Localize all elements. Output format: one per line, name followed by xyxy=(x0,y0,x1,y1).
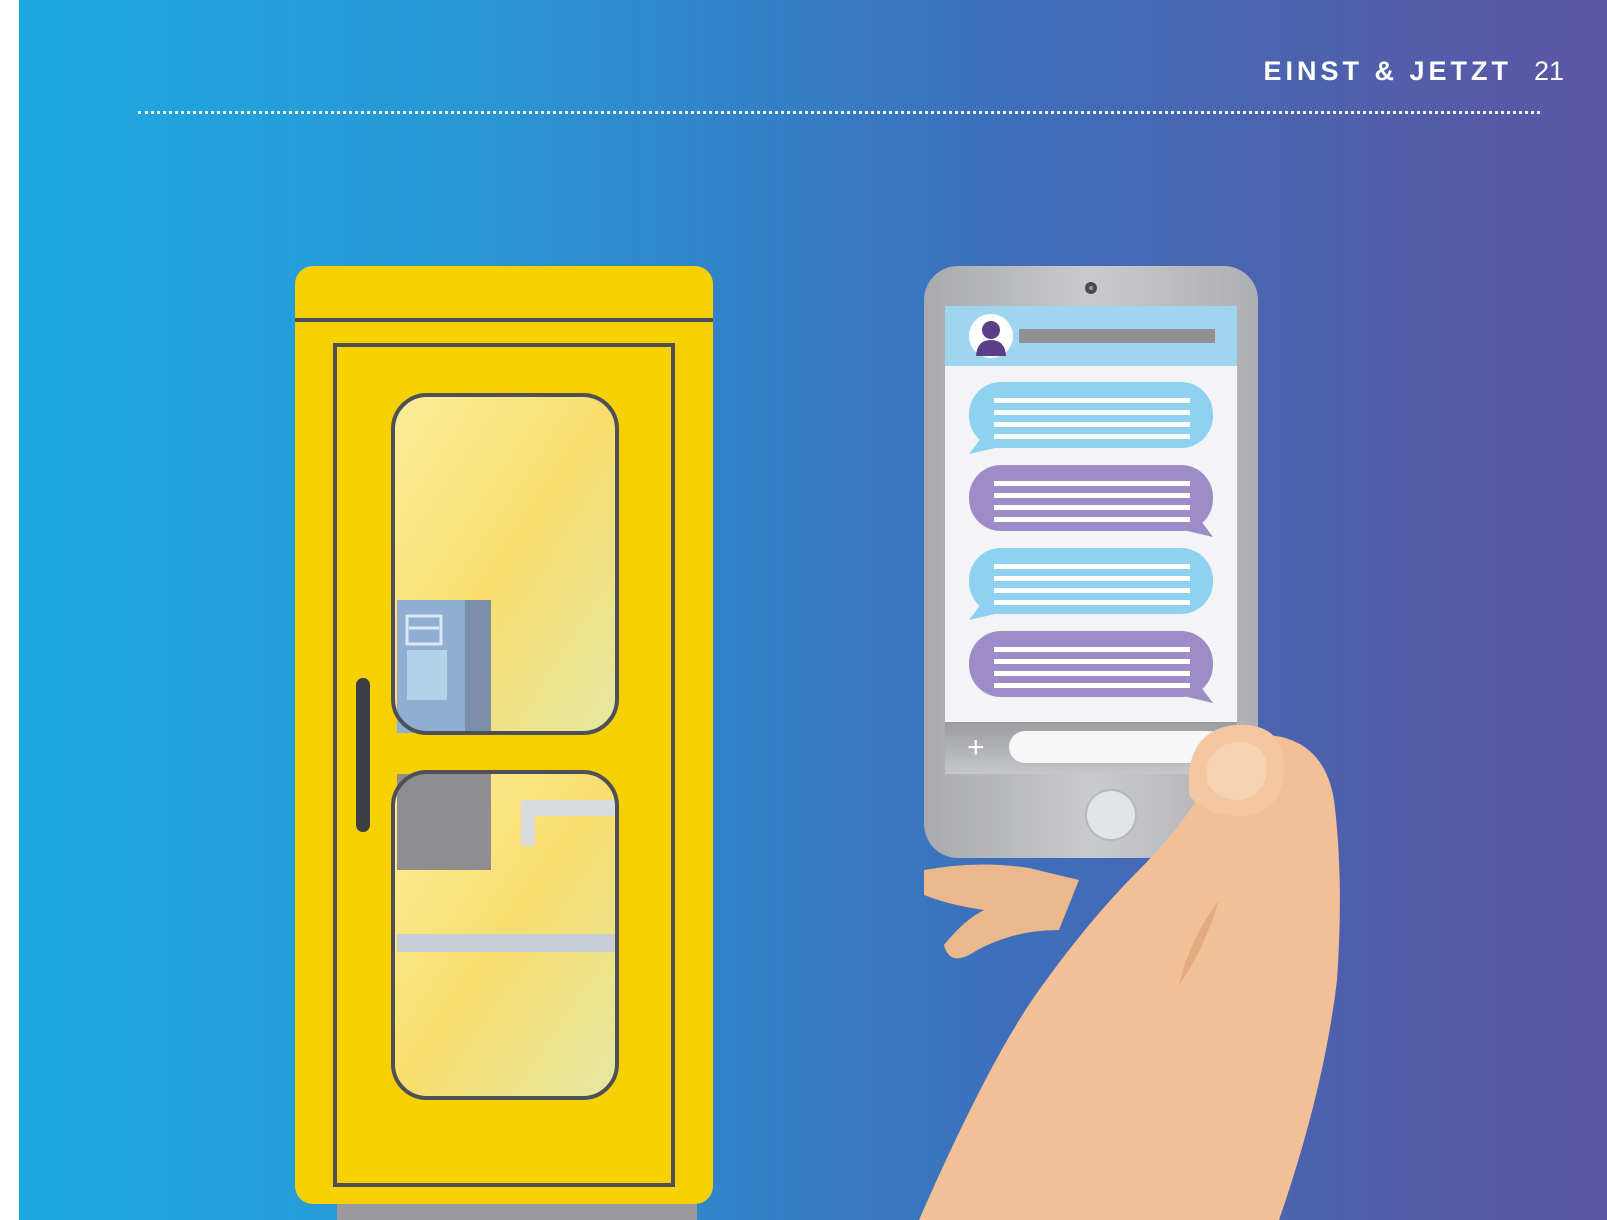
message-bubble-incoming xyxy=(969,382,1213,454)
smartphone-in-hand: + xyxy=(919,266,1340,1220)
phonebook-shelf xyxy=(397,774,491,870)
booth-window-upper xyxy=(391,393,619,735)
thumbnail xyxy=(1207,742,1267,800)
phone-booth xyxy=(295,266,713,1220)
illustration: + xyxy=(295,266,1340,1220)
page: EINST & JETZT 21 + xyxy=(19,0,1607,1220)
hand-fingers xyxy=(924,864,1079,959)
message-bubble-outgoing xyxy=(969,631,1213,703)
plus-icon: + xyxy=(967,731,985,764)
booth-window-lower xyxy=(391,770,619,1100)
message-bubble-incoming xyxy=(969,548,1213,620)
contact-name-bar xyxy=(1019,329,1215,343)
message-bubble-outgoing xyxy=(969,465,1213,537)
door-handle xyxy=(356,678,370,832)
phone-screen xyxy=(945,306,1237,774)
home-button xyxy=(1085,789,1137,841)
